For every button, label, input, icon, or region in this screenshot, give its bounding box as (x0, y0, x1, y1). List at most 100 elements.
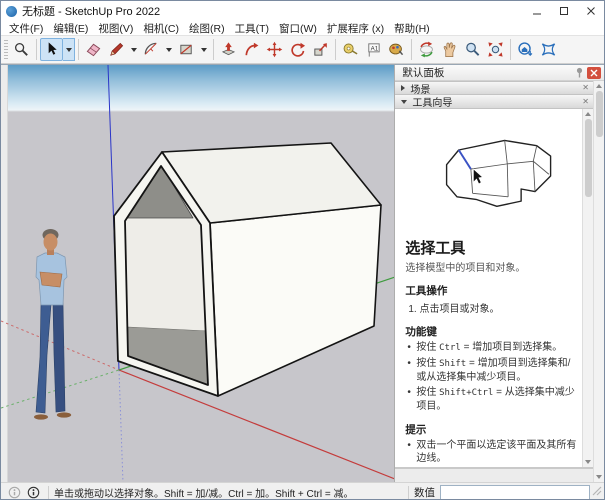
toolbar-separator (213, 39, 214, 60)
menu-help[interactable]: 帮助(H) (389, 21, 435, 36)
scroll-up-icon[interactable] (584, 109, 593, 119)
scroll-down-icon[interactable] (584, 457, 593, 467)
section-close-icon[interactable]: ✕ (582, 98, 589, 106)
panel-close-icon[interactable] (587, 67, 601, 79)
text-fragment: 按住 (416, 342, 439, 353)
maximize-button[interactable] (550, 1, 577, 21)
measurements-label: 数值 (414, 485, 435, 500)
zoom-window-icon[interactable] (10, 38, 33, 61)
tips-heading: 提示 (405, 422, 577, 437)
line-tool-icon[interactable] (105, 38, 128, 61)
menu-tools[interactable]: 工具(T) (230, 21, 274, 36)
menu-window[interactable]: 窗口(W) (274, 21, 322, 36)
list-item: 按住 Shift = 增加项目到选择集和/或从选择集中减少项目。 (405, 357, 577, 384)
model-scene (1, 65, 394, 482)
panel-header: 默认面板 (395, 65, 604, 81)
toolbar-grip[interactable] (4, 40, 8, 60)
eraser-tool-icon[interactable] (82, 38, 105, 61)
push-pull-tool-icon[interactable] (217, 38, 240, 61)
scrollbar-thumb[interactable] (585, 119, 592, 197)
instructor-illustration (405, 117, 587, 235)
list-item: 按住 Ctrl = 增加项目到选择集。 (405, 341, 577, 355)
menu-file[interactable]: 文件(F) (4, 21, 48, 36)
section-scenes[interactable]: 场景 ✕ (395, 81, 593, 95)
sketchup-logo-icon (6, 6, 17, 17)
rotate-tool-icon[interactable] (286, 38, 309, 61)
panel-scrollbar[interactable] (593, 81, 604, 482)
modifiers-heading: 功能键 (405, 324, 577, 339)
scale-tool-icon[interactable] (309, 38, 332, 61)
chevron-down-icon (401, 100, 407, 104)
menu-camera[interactable]: 相机(C) (138, 21, 184, 36)
menu-view[interactable]: 视图(V) (93, 21, 138, 36)
key-name: Ctrl (439, 343, 461, 353)
instructor-subtitle: 选择模型中的项目和对象。 (405, 259, 577, 274)
rectangle-tool-icon[interactable] (175, 38, 198, 61)
menu-extensions[interactable]: 扩展程序 (x) (322, 21, 389, 36)
modifier-list: 按住 Ctrl = 增加项目到选择集。 按住 Shift = 增加项目到选择集和… (405, 341, 577, 413)
panel-title: 默认面板 (402, 65, 572, 80)
extension-warehouse-icon[interactable] (537, 38, 560, 61)
line-tool-dropdown[interactable] (128, 38, 140, 61)
follow-me-tool-icon[interactable] (240, 38, 263, 61)
text-fragment: = 增加项目到选择集。 (461, 342, 562, 353)
paint-bucket-tool-icon[interactable] (385, 38, 408, 61)
person-figure (34, 229, 71, 420)
select-tool-dropdown[interactable] (63, 38, 75, 61)
menu-bar: 文件(F) 编辑(E) 视图(V) 相机(C) 绘图(R) 工具(T) 窗口(W… (1, 21, 604, 36)
toolbar-separator (78, 39, 79, 60)
status-bar: 单击或拖动以选择对象。Shift = 加/减。Ctrl = 加。Shift + … (1, 482, 604, 500)
svg-text:A1: A1 (371, 45, 379, 52)
minimize-button[interactable] (523, 1, 550, 21)
status-separator (408, 486, 409, 500)
3d-warehouse-icon[interactable] (514, 38, 537, 61)
arc-tool-icon[interactable] (140, 38, 163, 61)
toolbar-separator (335, 39, 336, 60)
title-bar: 无标题 - SketchUp Pro 2022 (1, 1, 604, 21)
scroll-up-icon[interactable] (595, 81, 604, 91)
arc-tool-dropdown[interactable] (163, 38, 175, 61)
tips-list: 双击一个平面以选定该平面及其所有边线。 双击一条边线以选定该边线及与其共享的平面… (405, 439, 577, 468)
info-icon-secondary[interactable] (8, 486, 21, 499)
rectangle-tool-dropdown[interactable] (198, 38, 210, 61)
panel-footer (395, 468, 593, 482)
toolbar-separator (510, 39, 511, 60)
scroll-down-icon[interactable] (595, 472, 604, 482)
operation-step: 1. 点击项目或对象。 (405, 300, 577, 315)
menu-edit[interactable]: 编辑(E) (48, 21, 93, 36)
select-tool-icon[interactable] (40, 38, 63, 61)
section-close-icon[interactable]: ✕ (582, 84, 589, 92)
text-fragment: 按住 (416, 387, 439, 398)
measurements-input[interactable] (440, 485, 590, 500)
chevron-right-icon (401, 85, 405, 91)
info-icon[interactable] (27, 486, 40, 499)
pin-icon[interactable] (575, 67, 584, 78)
resize-grip-icon[interactable] (592, 486, 602, 499)
house-model (114, 143, 381, 396)
close-button[interactable] (577, 1, 604, 21)
main-area: 默认面板 场景 ✕ 工具向导 (1, 64, 604, 482)
model-viewport[interactable] (1, 65, 394, 482)
key-name: Shift (439, 359, 466, 369)
list-item: 双击一个平面以选定该平面及其所有边线。 (405, 439, 577, 465)
instructor-scrollbar[interactable] (582, 109, 593, 467)
section-instructor-label: 工具向导 (412, 94, 582, 109)
instructor-panel: 选择工具 选择模型中的项目和对象。 工具操作 1. 点击项目或对象。 功能键 按… (395, 109, 593, 468)
list-item: 双击一条边线以选定该边线及与其共享的平面。 (405, 467, 577, 468)
tape-measure-tool-icon[interactable] (339, 38, 362, 61)
menu-draw[interactable]: 绘图(R) (184, 21, 230, 36)
scrollbar-thumb[interactable] (596, 91, 603, 137)
pan-tool-icon[interactable] (438, 38, 461, 61)
text-tool-icon[interactable]: A1 (362, 38, 385, 61)
default-tray-panel: 默认面板 场景 ✕ 工具向导 (394, 65, 604, 482)
status-message: 单击或拖动以选择对象。Shift = 加/减。Ctrl = 加。Shift + … (54, 485, 354, 500)
zoom-extents-icon[interactable] (484, 38, 507, 61)
toolbar-separator (411, 39, 412, 60)
window-title: 无标题 - SketchUp Pro 2022 (22, 3, 523, 19)
orbit-tool-icon[interactable] (415, 38, 438, 61)
move-tool-icon[interactable] (263, 38, 286, 61)
instructor-title: 选择工具 (405, 237, 577, 258)
text-fragment: 按住 (416, 358, 439, 369)
zoom-tool-icon[interactable] (461, 38, 484, 61)
section-instructor[interactable]: 工具向导 ✕ (395, 95, 593, 109)
